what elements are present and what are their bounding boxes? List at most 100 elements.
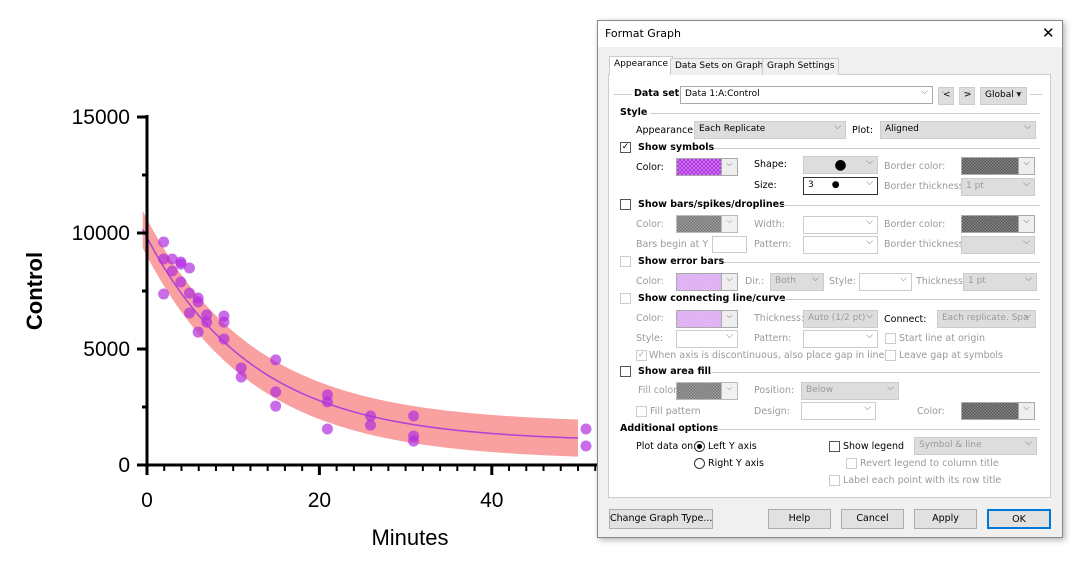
- y-tick-label: 0: [118, 454, 130, 477]
- bars-border-color-picker[interactable]: ⌵: [961, 215, 1035, 233]
- bars-color-picker[interactable]: ⌵: [676, 215, 738, 233]
- data-point: [270, 400, 282, 412]
- format-graph-dialog: Format Graph ✕ Appearance Data Sets on G…: [597, 20, 1063, 538]
- position-label: Position:: [754, 385, 795, 396]
- data-point: [192, 326, 204, 338]
- x-tick-label: 20: [308, 489, 331, 512]
- bars-color-label: Color:: [636, 219, 664, 230]
- line-pattern-label: Pattern:: [754, 333, 792, 344]
- fill-color-label: Fill color:: [638, 385, 681, 396]
- line-thickness-select[interactable]: Auto (1/2 pt): [803, 310, 878, 328]
- left-axis-radio[interactable]: [694, 441, 705, 452]
- position-select[interactable]: Below: [801, 382, 899, 400]
- line-style-select[interactable]: [676, 330, 738, 348]
- data-point: [183, 262, 195, 274]
- tab-graph-settings[interactable]: Graph Settings: [762, 58, 840, 75]
- right-axis-label: Right Y axis: [708, 458, 764, 469]
- data-point: [175, 276, 187, 288]
- label-points-label: Label each point with its row title: [843, 475, 1002, 486]
- show-legend-label: Show legend: [843, 441, 905, 452]
- border-color-label: Border color:: [884, 161, 946, 172]
- close-icon[interactable]: ✕: [1042, 24, 1055, 42]
- bars-pattern-select[interactable]: [803, 236, 878, 254]
- show-bars-label: Show bars/spikes/droplines: [638, 199, 785, 210]
- bars-width-select[interactable]: [803, 216, 878, 234]
- line-color-picker[interactable]: ⌵: [676, 310, 738, 328]
- tab-data-sets[interactable]: Data Sets on Graph: [670, 58, 769, 75]
- show-error-bars-checkbox[interactable]: [620, 256, 631, 267]
- bars-begin-input[interactable]: [712, 236, 747, 253]
- data-set-select[interactable]: Data 1:A:Control: [680, 86, 933, 104]
- legend-select[interactable]: Symbol & line: [914, 437, 1037, 455]
- size-label: Size:: [754, 180, 777, 191]
- bars-begin-label: Bars begin at Y =: [636, 239, 720, 250]
- fill-pattern-checkbox[interactable]: [636, 406, 647, 417]
- gap-discontinuous-checkbox[interactable]: ✓: [636, 350, 647, 361]
- fill-color-picker[interactable]: ⌵: [676, 382, 738, 400]
- connect-select[interactable]: Each replicate. Spa: [937, 310, 1036, 328]
- border-thickness-label: Border thickness:: [884, 181, 967, 192]
- show-area-fill-checkbox[interactable]: [620, 366, 631, 377]
- shape-label: Shape:: [754, 159, 787, 170]
- show-area-fill-label: Show area fill: [638, 366, 712, 377]
- apply-button[interactable]: Apply: [914, 509, 977, 529]
- data-point: [408, 435, 420, 447]
- bars-border-thickness-select[interactable]: [961, 236, 1035, 254]
- show-line-checkbox[interactable]: [620, 293, 631, 304]
- data-point: [158, 236, 170, 248]
- dir-label: Dir.:: [745, 276, 765, 287]
- design-select[interactable]: [801, 402, 876, 420]
- ok-button[interactable]: OK: [987, 509, 1051, 529]
- confidence-band: [142, 210, 578, 457]
- start-origin-checkbox[interactable]: [885, 333, 896, 344]
- data-point: [321, 423, 333, 435]
- right-axis-radio[interactable]: [694, 458, 705, 469]
- show-line-label: Show connecting line/curve: [638, 293, 786, 304]
- tab-appearance[interactable]: Appearance: [609, 56, 674, 75]
- size-select[interactable]: 3 ●: [803, 177, 878, 195]
- area-color-label: Color:: [917, 406, 945, 417]
- errorbars-thickness-select[interactable]: 1 pt: [963, 273, 1037, 291]
- help-button[interactable]: Help: [768, 509, 831, 529]
- errorbars-style-select[interactable]: [859, 273, 912, 291]
- show-bars-checkbox[interactable]: [620, 199, 631, 210]
- appearance-select[interactable]: Each Replicate: [694, 121, 846, 139]
- show-error-bars-label: Show error bars: [638, 256, 725, 267]
- y-tick-label: 10000: [72, 222, 130, 245]
- data-point: [270, 386, 282, 398]
- change-graph-type-button[interactable]: Change Graph Type...: [609, 509, 713, 529]
- leave-gap-checkbox[interactable]: [885, 350, 896, 361]
- additional-options-heading: Additional options: [620, 423, 719, 434]
- line-pattern-select[interactable]: [803, 330, 878, 348]
- area-color-picker[interactable]: ⌵: [961, 402, 1035, 420]
- global-button[interactable]: Global ▾: [980, 87, 1027, 105]
- plot-on-label: Plot data on:: [636, 441, 697, 452]
- next-button[interactable]: >: [959, 87, 975, 105]
- shape-select[interactable]: ●: [803, 156, 878, 174]
- data-point: [408, 410, 420, 422]
- plot-select[interactable]: Aligned: [880, 121, 1036, 139]
- label-points-checkbox[interactable]: [829, 475, 840, 486]
- border-color-picker[interactable]: ⌵: [961, 157, 1035, 175]
- fill-pattern-label: Fill pattern: [650, 406, 701, 417]
- show-legend-checkbox[interactable]: [829, 441, 840, 452]
- data-set-label: Data set:: [634, 88, 683, 99]
- revert-legend-checkbox[interactable]: [846, 458, 857, 469]
- show-symbols-checkbox[interactable]: ✓: [620, 142, 631, 153]
- bars-border-color-label: Border color:: [884, 219, 946, 230]
- symbol-color-label: Color:: [636, 162, 664, 173]
- cancel-button[interactable]: Cancel: [841, 509, 904, 529]
- data-point: [235, 371, 247, 383]
- y-axis-label: Control: [22, 252, 47, 330]
- prev-button[interactable]: <: [938, 87, 954, 105]
- errorbars-color-picker[interactable]: ⌵: [676, 273, 738, 291]
- dir-select[interactable]: Both: [770, 273, 824, 291]
- symbol-color-picker[interactable]: ⌵: [676, 158, 738, 176]
- data-point: [218, 316, 230, 328]
- line-color-label: Color:: [636, 313, 664, 324]
- border-thickness-select[interactable]: 1 pt: [961, 178, 1035, 196]
- x-tick-label: 40: [480, 489, 503, 512]
- errorbars-thickness-label: Thickness:: [916, 276, 967, 287]
- data-point: [158, 288, 170, 300]
- bars-width-label: Width:: [754, 219, 785, 230]
